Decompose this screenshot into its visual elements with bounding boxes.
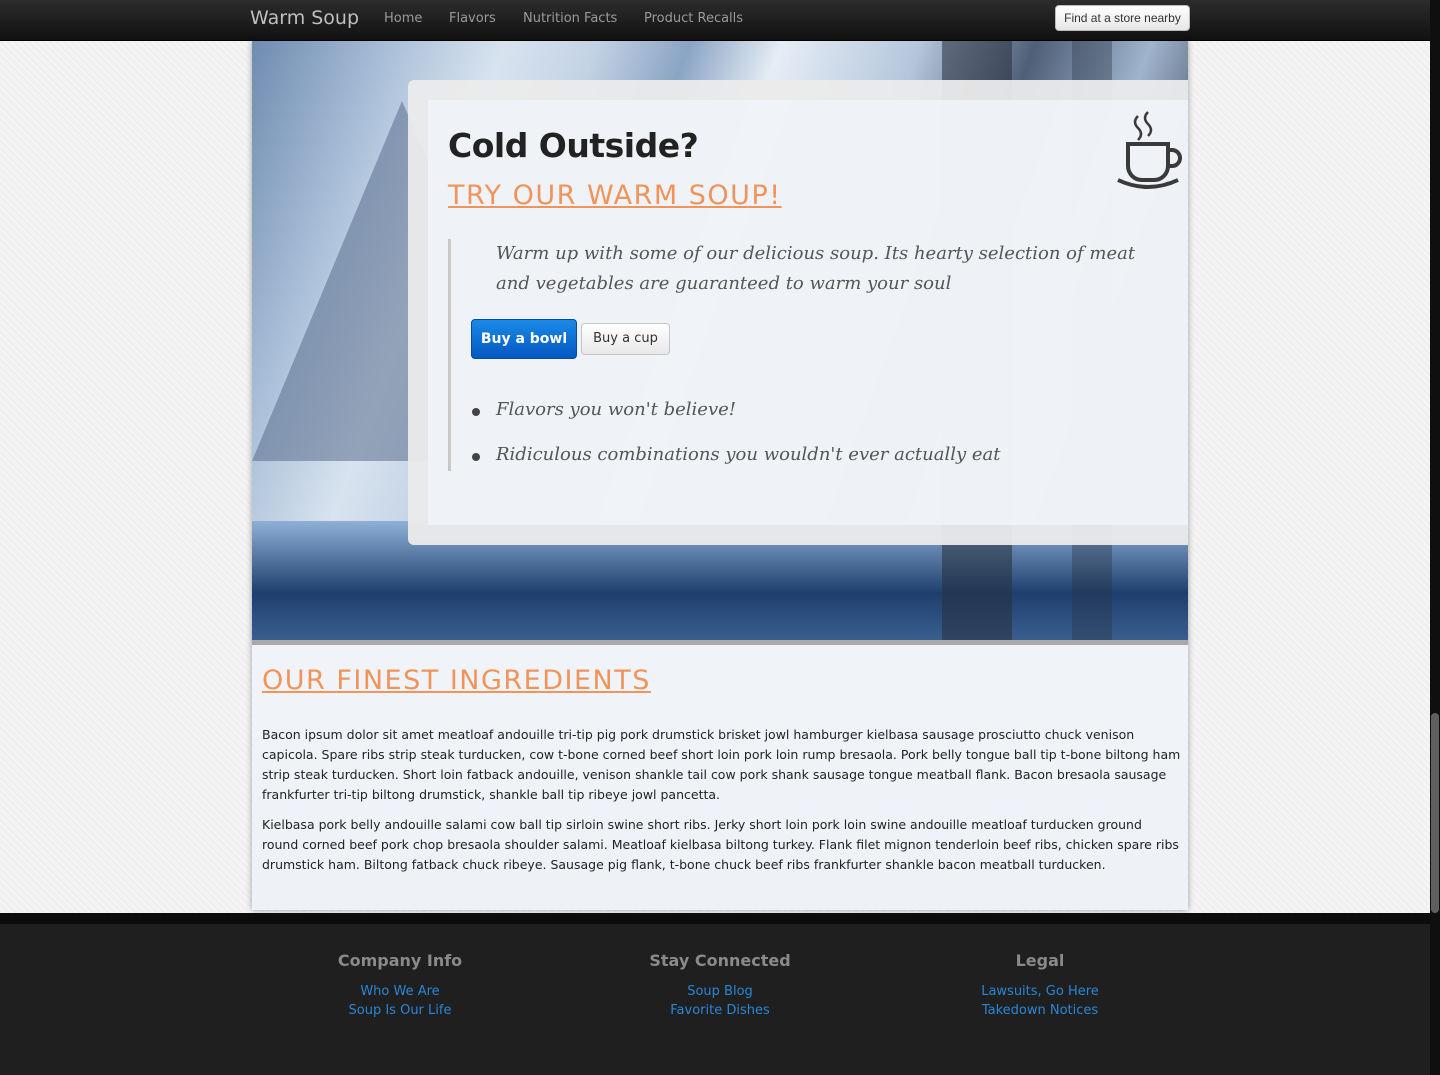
footer-column-connected: Stay Connected Soup Blog Favorite Dishes	[570, 951, 870, 1018]
top-navbar: Warm Soup Home Flavors Nutrition Facts P…	[0, 0, 1440, 41]
find-store-button[interactable]: Find at a store nearby	[1055, 5, 1190, 31]
ingredients-section: OUR FINEST INGREDIENTS Bacon ipsum dolor…	[252, 645, 1188, 910]
buy-bowl-button[interactable]: Buy a bowl	[471, 319, 577, 359]
scrollbar-track[interactable]	[1430, 0, 1440, 1075]
promo-subtitle-link[interactable]: TRY OUR WARM SOUP!	[448, 180, 782, 211]
promo-quote-text: Warm up with some of our delicious soup.…	[496, 243, 1136, 294]
footer-link-soup-blog[interactable]: Soup Blog	[570, 984, 870, 999]
ingredients-paragraph: Bacon ipsum dolor sit amet meatloaf ando…	[262, 727, 1181, 802]
nav-item-flavors[interactable]: Flavors	[449, 11, 496, 26]
footer-link-favorite-dishes[interactable]: Favorite Dishes	[570, 1003, 870, 1018]
ingredients-title-link[interactable]: OUR FINEST INGREDIENTS	[262, 665, 651, 696]
main-container: Cold Outside? TRY OUR WARM SOUP! Warm up…	[252, 41, 1188, 910]
feature-text: Flavors you won't believe!	[496, 399, 737, 420]
footer-heading: Legal	[1015, 951, 1065, 970]
ingredients-paragraph: Kielbasa pork belly andouille salami cow…	[262, 817, 1179, 872]
footer-link-soup-is-our-life[interactable]: Soup Is Our Life	[250, 1003, 550, 1018]
nav-item-home[interactable]: Home	[384, 11, 422, 26]
promo-panel: Cold Outside? TRY OUR WARM SOUP! Warm up…	[408, 80, 1188, 545]
footer-column-company: Company Info Who We Are Soup Is Our Life	[250, 951, 550, 1018]
nav-item-nutrition-facts[interactable]: Nutrition Facts	[523, 11, 617, 26]
hero-banner: Cold Outside? TRY OUR WARM SOUP! Warm up…	[252, 41, 1188, 640]
footer-heading: Stay Connected	[649, 951, 791, 970]
feature-list-item: Ridiculous combinations you wouldn't eve…	[472, 444, 1001, 465]
bullet-icon	[472, 453, 480, 461]
footer-heading: Company Info	[337, 951, 463, 970]
footer-link-takedown-notices[interactable]: Takedown Notices	[890, 1003, 1190, 1018]
promo-title: Cold Outside?	[448, 126, 699, 165]
promo-blockquote: Warm up with some of our delicious soup.…	[448, 239, 1168, 471]
footer-link-lawsuits[interactable]: Lawsuits, Go Here	[890, 984, 1190, 999]
buy-cup-button[interactable]: Buy a cup	[581, 323, 670, 355]
feature-text: Ridiculous combinations you wouldn't eve…	[496, 444, 1001, 465]
bullet-icon	[472, 408, 480, 416]
brand-logo[interactable]: Warm Soup	[250, 7, 359, 29]
nav-item-product-recalls[interactable]: Product Recalls	[644, 11, 743, 26]
site-footer: Company Info Who We Are Soup Is Our Life…	[0, 913, 1430, 1075]
scrollbar-thumb[interactable]	[1431, 713, 1439, 913]
feature-list-item: Flavors you won't believe!	[472, 399, 737, 420]
footer-column-legal: Legal Lawsuits, Go Here Takedown Notices	[890, 951, 1190, 1018]
coffee-cup-icon	[1117, 111, 1182, 189]
footer-link-who-we-are[interactable]: Who We Are	[250, 984, 550, 999]
promo-panel-inner: Cold Outside? TRY OUR WARM SOUP! Warm up…	[428, 100, 1188, 525]
